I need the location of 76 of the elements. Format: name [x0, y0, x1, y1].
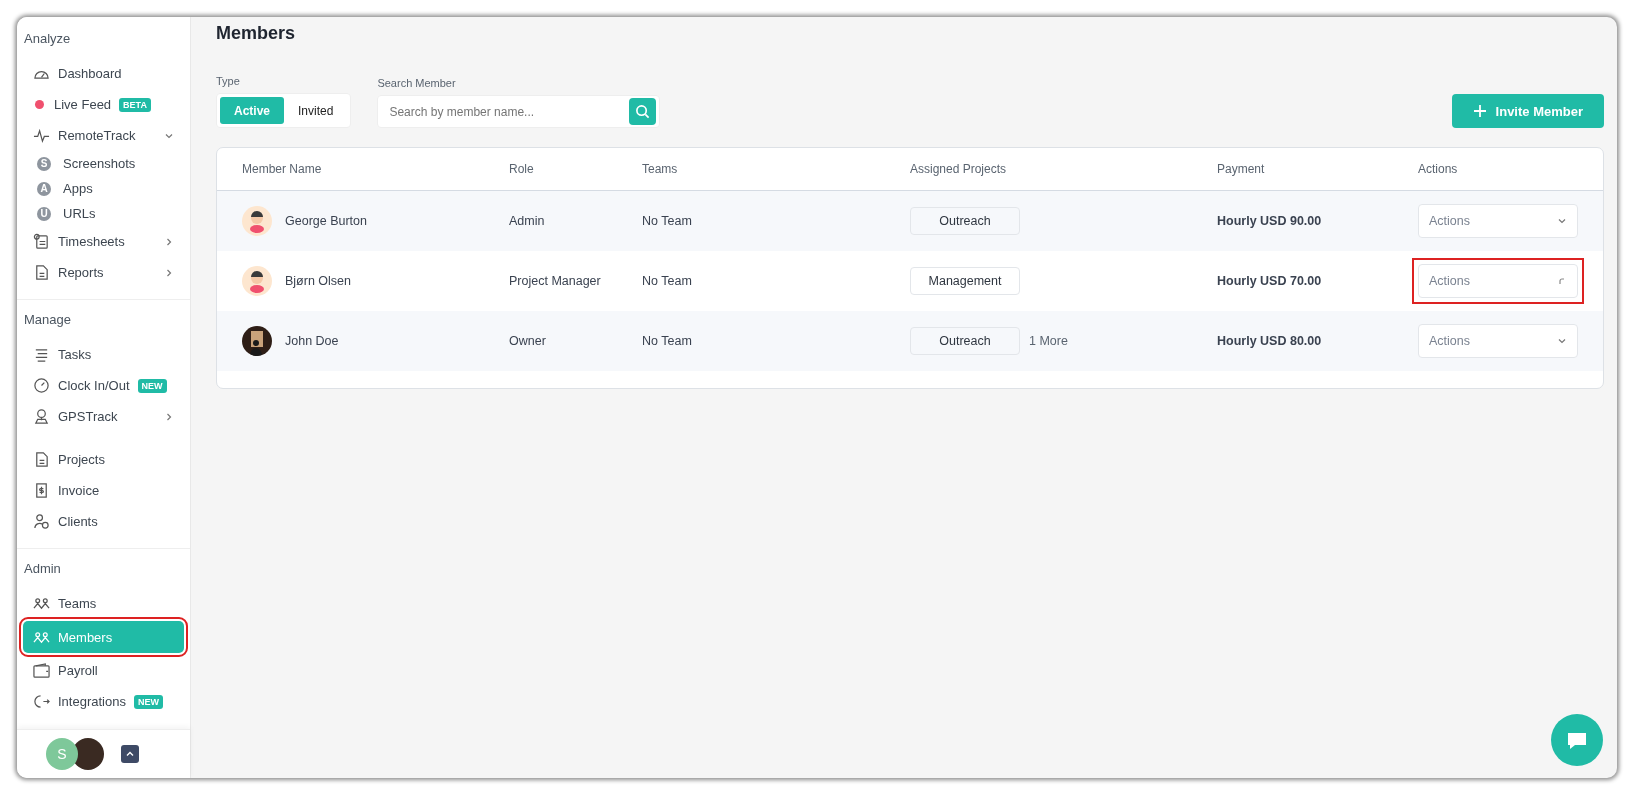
nav-item[interactable]: Tasks	[23, 339, 184, 370]
field-label: Type	[216, 75, 241, 87]
sheet-icon	[33, 233, 50, 250]
payment-cell-text: Hourly USD 90.00	[1217, 214, 1323, 228]
column-header: Member Name	[242, 162, 323, 176]
section-title: Manage	[23, 312, 72, 329]
collapse-button[interactable]	[121, 745, 139, 763]
avatar	[242, 266, 272, 296]
team-cell-text: No Team	[642, 214, 693, 228]
pulse-icon	[33, 127, 50, 144]
nav-item[interactable]: Reports	[23, 257, 184, 288]
nav-item[interactable]: Dashboard	[23, 58, 184, 89]
nav-item[interactable]: Invoice	[23, 475, 184, 506]
type-tab[interactable]: Invited	[284, 97, 348, 124]
person-icon	[33, 513, 50, 530]
section-title: Admin	[23, 561, 62, 578]
payment-cell-text: Hourly USD 80.00	[1217, 334, 1323, 348]
role-cell-text: Project Manager	[509, 274, 602, 288]
column-header: Payment	[1217, 162, 1266, 176]
pin-icon	[33, 408, 50, 425]
member-name: John Doe	[285, 334, 339, 348]
search-field[interactable]: Search by member name...	[381, 103, 630, 120]
role-cell-text: Admin	[509, 214, 546, 228]
nav-item[interactable]: GPSTrack	[23, 401, 184, 432]
nav-item[interactable]: Timesheets	[23, 226, 184, 257]
actions-dropdown[interactable]: Actions	[1418, 204, 1578, 238]
nav-item[interactable]: S Screenshots	[23, 151, 184, 176]
clock-icon	[33, 377, 50, 394]
nav-item[interactable]: RemoteTrack	[23, 120, 184, 151]
nav-item[interactable]: Payroll	[23, 655, 184, 686]
section-title: Analyze	[23, 31, 72, 48]
invoice-icon	[33, 482, 50, 499]
field-label: Search Member	[377, 77, 457, 89]
nav-item[interactable]: Clock In/Out NEW	[23, 370, 184, 401]
project-tag: Outreach	[910, 207, 1020, 235]
nav-badge: NEW	[133, 694, 163, 709]
plug-icon	[33, 693, 50, 710]
column-header: Actions	[1418, 162, 1459, 176]
search-icon	[635, 104, 651, 119]
column-header: Role	[509, 162, 535, 176]
avatar	[242, 206, 272, 236]
group-icon	[33, 595, 50, 612]
nav-item[interactable]: Teams	[23, 588, 184, 619]
actions-dropdown[interactable]: Actions	[1418, 264, 1578, 298]
nav-item[interactable]: Live Feed BETA	[23, 89, 184, 120]
more-link[interactable]: 1 More	[1029, 334, 1068, 348]
nav-badge: BETA	[119, 97, 151, 112]
column-header: Assigned Projects	[910, 162, 1008, 176]
avatar	[242, 326, 272, 356]
column-header: Teams	[642, 162, 679, 176]
doc-icon	[33, 451, 50, 468]
member-name: George Burton	[285, 214, 367, 228]
team-cell-text: No Team	[642, 274, 693, 288]
role-cell-text: Owner	[509, 334, 547, 348]
nav-item[interactable]: U URLs	[23, 201, 184, 226]
nav-badge: NEW	[137, 378, 167, 393]
actions-dropdown[interactable]: Actions	[1418, 324, 1578, 358]
member-name: Bjørn Olsen	[285, 274, 351, 288]
letter-icon: S	[37, 156, 51, 171]
nav-item[interactable]: Integrations NEW	[23, 686, 184, 717]
caret-icon	[125, 749, 135, 759]
project-tag: Outreach	[910, 327, 1020, 355]
project-tag: Management	[910, 267, 1020, 295]
plus-icon	[1472, 104, 1487, 118]
payment-cell-text: Hourly USD 70.00	[1217, 274, 1323, 288]
wallet-icon	[33, 662, 50, 679]
doc-icon	[33, 264, 50, 281]
page-title: Members	[216, 22, 297, 45]
nav-item[interactable]: Clients	[23, 506, 184, 537]
nav-item[interactable]: Projects	[23, 444, 184, 475]
letter-icon: A	[37, 181, 51, 196]
letter-icon: U	[37, 206, 51, 221]
team-cell-text: No Team	[642, 334, 693, 348]
nav-item[interactable]: A Apps	[23, 176, 184, 201]
lines-icon	[33, 346, 50, 363]
search-box[interactable]: Search by member name...	[377, 95, 661, 128]
